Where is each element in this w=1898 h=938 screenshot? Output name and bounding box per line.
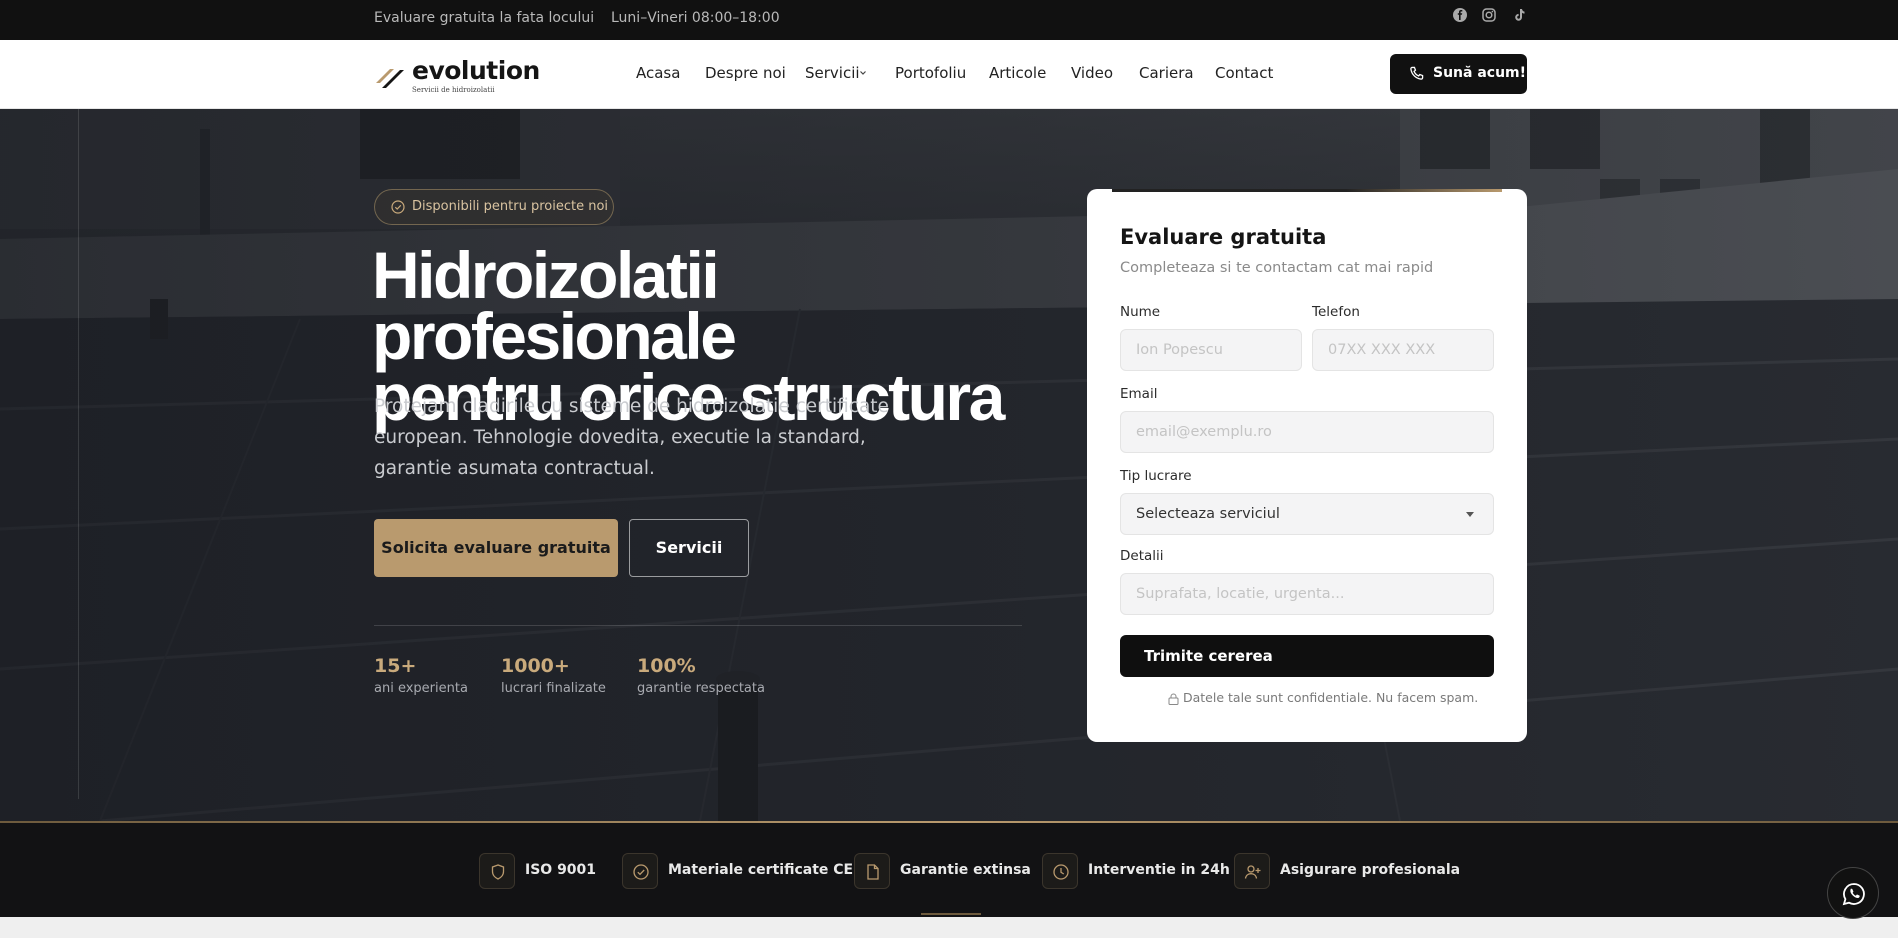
features-accent-line — [0, 821, 1898, 823]
stat-value-experience: 15+ — [374, 655, 417, 677]
hero-overlay — [0, 109, 1898, 821]
logo-wordmark: evolution — [412, 56, 540, 85]
services-button[interactable]: Servicii — [629, 519, 749, 577]
feature-iso: ISO 9001 — [525, 862, 597, 878]
shield-icon — [479, 853, 515, 889]
phone-label: Telefon — [1312, 304, 1360, 320]
details-input[interactable]: Suprafata, locatie, urgenta... — [1120, 573, 1494, 615]
chevron-down-icon[interactable] — [859, 69, 867, 77]
topbar-offer-text: Evaluare gratuita la fata locului — [374, 10, 595, 26]
brand-logo[interactable]: evolution Servicii de hidroizolatii — [374, 55, 540, 95]
document-icon — [854, 853, 890, 889]
phone-icon — [1410, 66, 1424, 80]
form-subtitle: Completeaza si te contactam cat mai rapi… — [1120, 260, 1434, 276]
form-title: Evaluare gratuita — [1120, 225, 1327, 249]
phone-input[interactable]: 07XX XXX XXX — [1312, 329, 1494, 371]
call-now-label: Sună acum! — [1433, 65, 1527, 81]
nav-link-cariera[interactable]: Cariera — [1139, 64, 1194, 82]
feature-24h-intervention: Interventie in 24h — [1088, 862, 1230, 878]
call-now-button[interactable]: Sună acum! — [1390, 54, 1527, 94]
whatsapp-icon — [1842, 883, 1865, 906]
work-type-label: Tip lucrare — [1120, 468, 1192, 484]
features-strip: ISO 9001 Materiale certificate CE Garant… — [0, 821, 1898, 917]
topbar-hours-text: Luni–Vineri 08:00–18:00 — [611, 10, 780, 26]
hero-decorative-line — [78, 109, 79, 799]
stat-label-experience: ani experienta — [374, 681, 468, 696]
email-input[interactable]: email@exemplu.ro — [1120, 411, 1494, 453]
evaluation-form-card: Evaluare gratuita Completeaza si te cont… — [1087, 189, 1527, 742]
stat-value-projects: 1000+ — [501, 655, 570, 677]
privacy-note: Datele tale sunt confidentiale. Nu facem… — [1183, 690, 1479, 705]
stat-value-warranty: 100% — [637, 655, 696, 677]
chevron-down-icon — [1466, 512, 1474, 517]
stat-label-projects: lucrari finalizate — [501, 681, 606, 696]
nav-link-acasa[interactable]: Acasa — [636, 64, 680, 82]
hero-divider — [374, 625, 1022, 626]
main-navigation: evolution Servicii de hidroizolatii Acas… — [0, 40, 1898, 109]
feature-extended-warranty: Garantie extinsa — [900, 862, 1031, 878]
feature-professional-insurance: Asigurare profesionala — [1280, 862, 1461, 878]
check-circle-icon — [622, 853, 658, 889]
next-section-edge — [0, 917, 1898, 938]
nav-link-contact[interactable]: Contact — [1215, 64, 1273, 82]
instagram-icon[interactable] — [1481, 7, 1497, 23]
request-evaluation-button[interactable]: Solicita evaluare gratuita — [374, 519, 618, 577]
logo-tagline: Servicii de hidroizolatii — [412, 86, 495, 94]
details-label: Detalii — [1120, 548, 1164, 564]
nav-link-video[interactable]: Video — [1071, 64, 1113, 82]
logo-mark-icon — [376, 69, 404, 88]
whatsapp-chat-button[interactable] — [1827, 867, 1879, 919]
lock-icon — [1168, 693, 1179, 705]
nav-link-portofoliu[interactable]: Portofoliu — [895, 64, 966, 82]
work-type-selected-value: Selecteaza serviciul — [1136, 506, 1280, 522]
hero-section: Disponibili pentru proiecte noi Hidroizo… — [0, 109, 1898, 821]
submit-request-button[interactable]: Trimite cererea — [1120, 635, 1494, 677]
facebook-icon[interactable] — [1452, 7, 1468, 23]
hero-title-line-1: Hidroizolatii profesionale — [372, 238, 737, 373]
name-label: Nume — [1120, 304, 1161, 320]
stat-label-warranty: garantie respectata — [637, 681, 765, 696]
availability-badge-text: Disponibili pentru proiecte noi — [412, 199, 609, 214]
nav-link-despre-noi[interactable]: Despre noi — [705, 64, 786, 82]
nav-link-servicii[interactable]: Servicii — [805, 64, 860, 82]
nav-link-articole[interactable]: Articole — [989, 64, 1046, 82]
clock-icon — [1042, 853, 1078, 889]
top-bar: Evaluare gratuita la fata locului Luni–V… — [0, 0, 1898, 40]
card-accent-bar — [1112, 189, 1502, 192]
feature-certified-materials: Materiale certificate CE — [668, 862, 854, 878]
email-label: Email — [1120, 386, 1158, 402]
tiktok-icon[interactable] — [1511, 7, 1527, 23]
check-circle-icon — [391, 200, 405, 214]
hero-description: Protejam cladirile cu sisteme de hidroiz… — [374, 396, 889, 479]
name-input[interactable]: Ion Popescu — [1120, 329, 1302, 371]
user-plus-icon — [1234, 853, 1270, 889]
work-type-select[interactable]: Selecteaza serviciul — [1120, 493, 1494, 535]
availability-badge: Disponibili pentru proiecte noi — [374, 189, 614, 225]
features-scroll-marker — [921, 913, 981, 915]
